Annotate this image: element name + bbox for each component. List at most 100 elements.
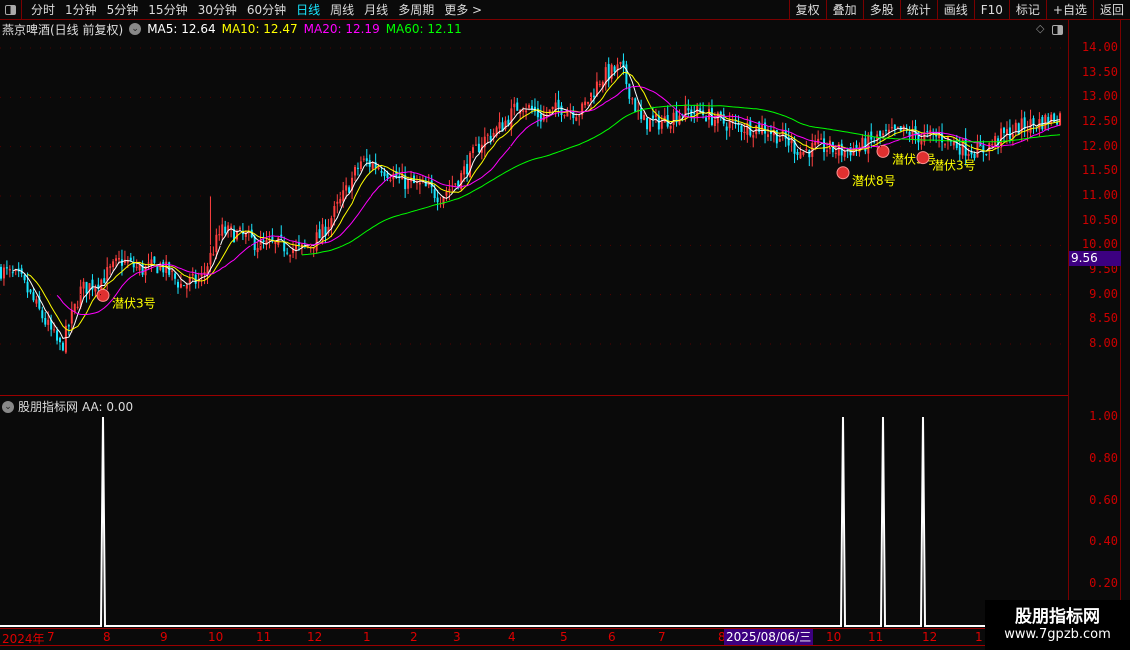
candle-body [2, 267, 5, 279]
candle-body [725, 126, 728, 131]
candle-body [625, 64, 628, 85]
candle-body [551, 106, 554, 110]
candle-body [70, 310, 73, 324]
candle-body [584, 101, 587, 106]
watermark-title: 股朋指标网 [1015, 607, 1100, 627]
watermark: 股朋指标网 www.7gpzb.com [985, 600, 1130, 650]
candle-body [967, 153, 970, 157]
candle-body [377, 167, 380, 170]
candle-body [427, 183, 430, 186]
candle-body [433, 189, 436, 199]
candle-body [826, 150, 828, 152]
price-tick: 12.50 [1081, 113, 1118, 128]
indicator-name: 股朋指标网 [18, 400, 79, 414]
candle-body [171, 270, 174, 272]
signal-ball-icon[interactable] [876, 144, 890, 158]
candle-body [764, 122, 767, 134]
candle-body [218, 234, 221, 236]
month-label: 6 [608, 630, 616, 644]
candle-body [896, 126, 899, 128]
candle-body [994, 136, 997, 146]
candle-body [820, 138, 823, 140]
candle-body [882, 133, 885, 136]
month-label: 3 [453, 630, 461, 644]
candle-body [286, 252, 289, 254]
candle-body [200, 274, 203, 277]
candle-body [318, 229, 321, 239]
candle-body [1008, 127, 1011, 140]
current-price-tag: 9.56 [1069, 251, 1121, 266]
candle-body [315, 232, 318, 251]
candle-body [1044, 115, 1047, 130]
candle-body [834, 152, 837, 154]
price-tick: 13.50 [1081, 64, 1118, 79]
candle-body [365, 158, 368, 161]
price-axis: 14.00 13.50 13.00 12.50 12.00 11.50 11.00 10.50… [1068, 20, 1121, 628]
price-tick: 11.00 [1081, 187, 1118, 202]
candle-body [153, 256, 156, 263]
candle-body [85, 281, 88, 294]
candle-body [256, 247, 259, 253]
candle-body [147, 262, 150, 264]
candle-body [522, 110, 525, 112]
candle-body [215, 234, 218, 253]
toolbar-button[interactable]: 返回 [1092, 0, 1130, 20]
indicator-tick: 0.20 [1089, 576, 1118, 591]
right-side-strip[interactable] [1121, 20, 1130, 628]
panel-divider[interactable] [0, 395, 1068, 396]
candle-body [890, 127, 893, 129]
candle-body [592, 95, 595, 97]
candle-body [938, 135, 941, 139]
price-tick: 10.50 [1081, 212, 1118, 227]
candle-body [185, 284, 188, 289]
candle-body [973, 153, 976, 159]
candle-body [870, 131, 873, 140]
candle-body [643, 114, 646, 121]
month-label: 12 [922, 630, 938, 644]
candle-body [44, 318, 47, 325]
candle-body [1059, 113, 1062, 126]
kline-chart[interactable]: 潜伏3号潜伏8号潜伏3号潜伏3号 [0, 0, 1068, 628]
candle-body [799, 151, 802, 159]
price-tick: 11.50 [1081, 163, 1118, 178]
candle-body [436, 197, 439, 203]
month-label: 10 [208, 630, 224, 644]
candle-body [469, 152, 472, 178]
candle-body [498, 122, 501, 129]
candle-body [448, 188, 451, 191]
candle-body [740, 125, 743, 132]
candle-body [802, 151, 805, 155]
candle-body [342, 190, 345, 202]
candle-body [708, 108, 710, 120]
signal-ball-icon[interactable] [96, 288, 110, 302]
candle-body [230, 226, 233, 229]
signal-ball-icon[interactable] [836, 166, 850, 180]
candle-body [103, 278, 106, 284]
candle-body [684, 104, 687, 120]
candle-body [188, 277, 191, 283]
candle-body [1050, 114, 1053, 124]
cursor-date-tag: 2025/08/06/三 [724, 629, 814, 645]
candle-body [209, 252, 212, 265]
month-label: 1 [975, 630, 983, 644]
candle-body [752, 135, 755, 138]
candle-body [445, 191, 448, 196]
candle-body [289, 255, 292, 257]
candle-body [162, 262, 165, 273]
candle-body [513, 103, 516, 108]
candle-body [466, 163, 469, 175]
time-axis: 2024年 7 8 9 10 11 12 1 2 3 4 5 6 7 8 10 11 12 1 [0, 628, 1068, 646]
candle-body [73, 303, 76, 312]
candle-body [560, 105, 563, 115]
price-tick: 8.50 [1089, 311, 1118, 326]
chevron-down-icon[interactable]: ⌄ [2, 400, 14, 413]
candle-body [67, 325, 70, 327]
candle-body [944, 144, 946, 146]
indicator-header: ⌄ 股朋指标网 AA: 0.00 [2, 398, 133, 415]
candle-body [958, 144, 961, 155]
indicator-aa-line [0, 416, 1068, 627]
signal-ball-icon[interactable] [916, 151, 930, 165]
indicator-tick: 1.00 [1089, 409, 1118, 423]
candle-body [126, 260, 129, 263]
candle-body [135, 266, 138, 268]
